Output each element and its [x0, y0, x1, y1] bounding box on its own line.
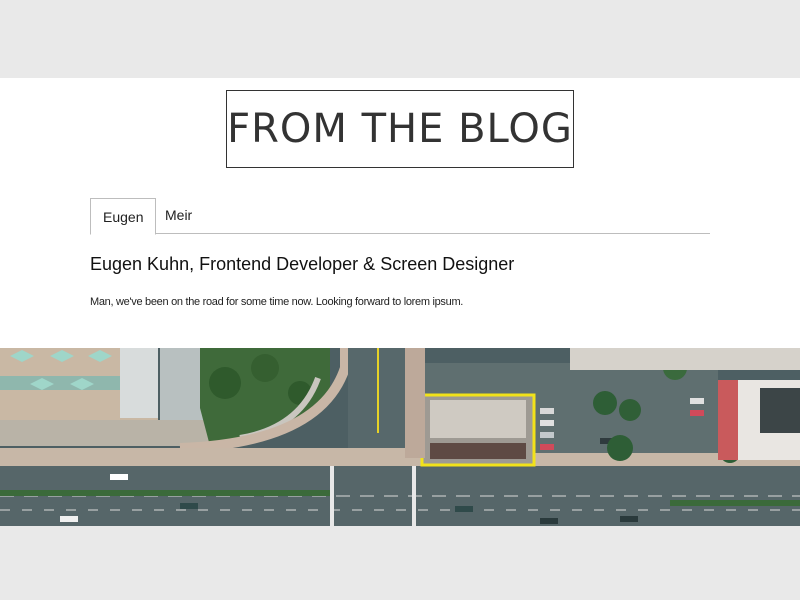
section-title: FROM THE BLOG [227, 106, 573, 152]
title-box: FROM THE BLOG [226, 90, 574, 168]
blog-section: FROM THE BLOG Eugen Meir Eugen Kuhn, Fro… [0, 78, 800, 526]
tab-eugen[interactable]: Eugen [90, 198, 157, 235]
article-body: Man, we've been on the road for some tim… [90, 296, 464, 308]
tab-bar: Eugen Meir [90, 198, 710, 235]
article-heading: Eugen Kuhn, Frontend Developer & Screen … [90, 254, 515, 274]
tab-meir[interactable]: Meir [153, 198, 204, 234]
aerial-city-image [0, 348, 800, 526]
